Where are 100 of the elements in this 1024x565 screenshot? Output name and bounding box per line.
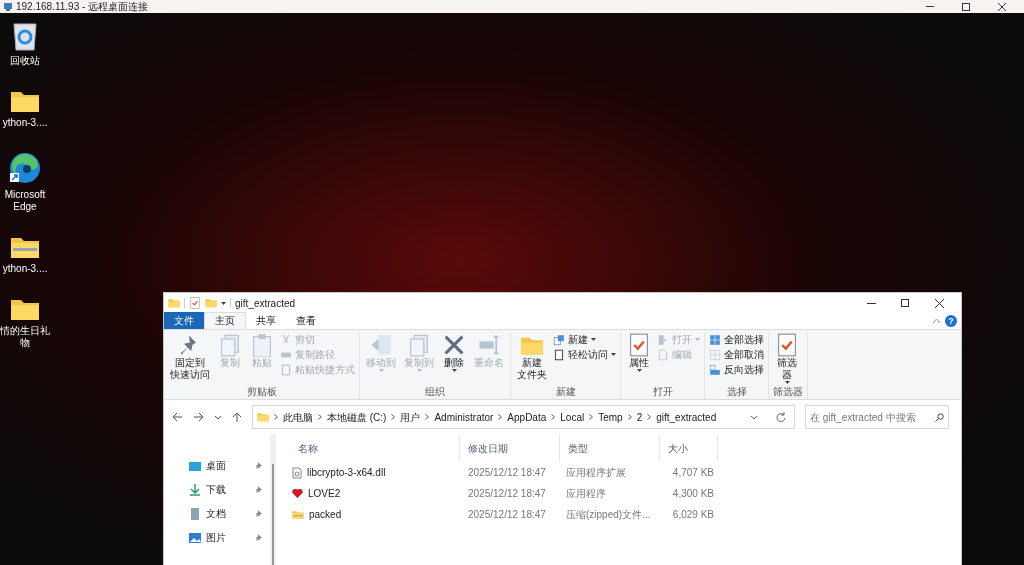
ribbon-tab[interactable]: 主页 xyxy=(204,312,246,329)
ribbon-group-label: 组织 xyxy=(424,385,446,399)
column-header[interactable]: 大小 xyxy=(660,434,718,462)
breadcrumb-item[interactable]: 2 xyxy=(636,409,643,425)
chevron-right-icon xyxy=(647,414,652,420)
properties-check-icon xyxy=(189,297,201,309)
chevron-down-icon[interactable] xyxy=(750,414,758,420)
table-cell-text: 4,707 KB xyxy=(671,466,715,480)
ribbon-button[interactable]: 全部取消 xyxy=(709,348,764,361)
collapse-chevron-icon[interactable] xyxy=(932,318,941,324)
breadcrumb-item[interactable]: 此电脑 xyxy=(283,409,313,425)
folder-icon xyxy=(168,298,180,308)
chevron-right-icon xyxy=(627,414,632,420)
breadcrumb-item[interactable]: AppData xyxy=(507,409,547,425)
caret-icon xyxy=(636,369,642,372)
select-none-icon xyxy=(709,348,721,361)
folder-icon xyxy=(10,297,40,321)
chevron-down-icon[interactable] xyxy=(214,414,222,420)
delete-icon xyxy=(442,333,466,357)
column-header[interactable]: 类型 xyxy=(560,434,660,462)
chevron-right-icon xyxy=(391,414,396,420)
new-item-icon xyxy=(553,333,565,346)
ribbon-group-label: 筛选器 xyxy=(773,385,803,399)
breadcrumb-item[interactable]: Administrator xyxy=(434,409,494,425)
close-button[interactable] xyxy=(933,297,945,309)
chevron-right-icon xyxy=(498,414,503,420)
nav-item[interactable]: 下载 xyxy=(206,482,226,497)
back-arrow-icon[interactable] xyxy=(172,412,183,422)
file-name[interactable]: packed xyxy=(309,507,342,522)
help-icon[interactable]: ? xyxy=(945,315,957,327)
invert-selection-icon xyxy=(709,363,721,376)
chevron-right-icon xyxy=(318,414,322,420)
ribbon-button[interactable]: 删除 xyxy=(440,333,468,372)
folder-icon xyxy=(257,412,269,422)
ribbon-button[interactable]: 属性 xyxy=(625,333,653,372)
ribbon-tab[interactable]: 文件 xyxy=(164,312,204,329)
move-icon xyxy=(369,333,393,357)
search-input[interactable]: 在 gift_extracted 中搜索 xyxy=(810,409,935,425)
maximize-button[interactable] xyxy=(899,297,911,309)
address-bar[interactable]: 此电脑 本地磁盘 (C:) 用户 Administrator AppData Local Temp 2 gift_extracted xyxy=(252,405,795,429)
breadcrumb-item[interactable]: gift_extracted xyxy=(656,409,717,425)
heart-icon xyxy=(292,488,303,499)
up-arrow-icon[interactable] xyxy=(232,411,242,423)
table-cell-text: 压缩(zipped)文件... xyxy=(565,508,652,522)
close-button[interactable] xyxy=(996,1,1008,12)
recycle-bin-icon xyxy=(12,21,38,51)
desktop-icon-label[interactable]: 情的生日礼物 xyxy=(0,325,50,349)
monitor-icon xyxy=(4,2,12,11)
document-icon xyxy=(553,348,565,361)
ribbon-button[interactable]: 新建 文件夹 xyxy=(515,333,549,381)
caret-icon xyxy=(784,381,790,384)
ribbon-button[interactable]: 新建 xyxy=(553,333,616,346)
breadcrumb-item[interactable]: Temp xyxy=(598,409,623,425)
zip-folder-icon xyxy=(10,235,40,259)
zip-folder-icon xyxy=(292,509,304,520)
table-cell-text: 2025/12/12 18:47 xyxy=(467,487,547,501)
column-header[interactable]: 修改日期 xyxy=(460,434,560,462)
table-cell-text: 4,300 KB xyxy=(671,487,715,501)
ribbon-button[interactable]: 反向选择 xyxy=(709,363,764,376)
nav-item[interactable]: 文档 xyxy=(206,506,226,521)
table-cell-text: 2025/12/12 18:47 xyxy=(467,466,547,480)
desktop-icon-label[interactable]: Microsoft Edge xyxy=(0,189,50,213)
maximize-button[interactable] xyxy=(960,1,972,12)
file-icon xyxy=(292,466,302,479)
search-field[interactable]: 在 gift_extracted 中搜索 xyxy=(805,405,949,429)
scrollbar[interactable] xyxy=(270,434,276,565)
folder-icon xyxy=(10,89,40,113)
properties-check-icon xyxy=(775,333,799,357)
nav-item[interactable]: 图片 xyxy=(206,530,226,545)
shortcut-icon xyxy=(280,363,292,376)
caret-icon xyxy=(695,338,700,341)
refresh-icon[interactable] xyxy=(775,411,786,423)
ribbon-button[interactable]: 筛选 器 xyxy=(773,333,801,384)
breadcrumb-item[interactable]: 本地磁盘 (C:) xyxy=(327,409,387,425)
open-icon xyxy=(657,333,669,346)
file-name[interactable]: libcrypto-3-x64.dll xyxy=(307,465,386,480)
file-name[interactable]: LOVE2 xyxy=(308,486,341,501)
column-header[interactable]: 名称 xyxy=(290,434,460,462)
clipboard-icon xyxy=(250,333,274,357)
ribbon-tab[interactable]: 共享 xyxy=(246,312,286,329)
desktop-icon-label[interactable]: ython-3.... xyxy=(0,263,50,275)
table-cell-text: 6,029 KB xyxy=(671,508,715,522)
table-cell-text: 2025/12/12 18:47 xyxy=(467,508,547,522)
copy-icon xyxy=(218,333,242,357)
ribbon-tab[interactable]: 查看 xyxy=(286,312,326,329)
picture-icon xyxy=(188,530,202,545)
ribbon-button[interactable]: 轻松访问 xyxy=(553,348,616,361)
caret-icon xyxy=(451,369,457,372)
nav-item[interactable]: 桌面 xyxy=(206,458,226,473)
desktop-icon-label[interactable]: ython-3.... xyxy=(0,117,50,129)
breadcrumb-item[interactable]: 用户 xyxy=(400,409,421,425)
forward-arrow-icon[interactable] xyxy=(193,412,204,422)
ribbon-group-label: 选择 xyxy=(725,385,748,399)
ribbon-group-label: 剪贴板 xyxy=(245,385,278,399)
ribbon-button[interactable]: 固定到 快速访问 xyxy=(168,333,212,381)
breadcrumb-item[interactable]: Local xyxy=(560,409,585,425)
desktop-icon-label[interactable]: 回收站 xyxy=(0,55,50,67)
scissors-icon xyxy=(280,333,292,346)
ribbon-button[interactable]: 全部选择 xyxy=(709,333,764,346)
caret-icon xyxy=(591,338,596,341)
